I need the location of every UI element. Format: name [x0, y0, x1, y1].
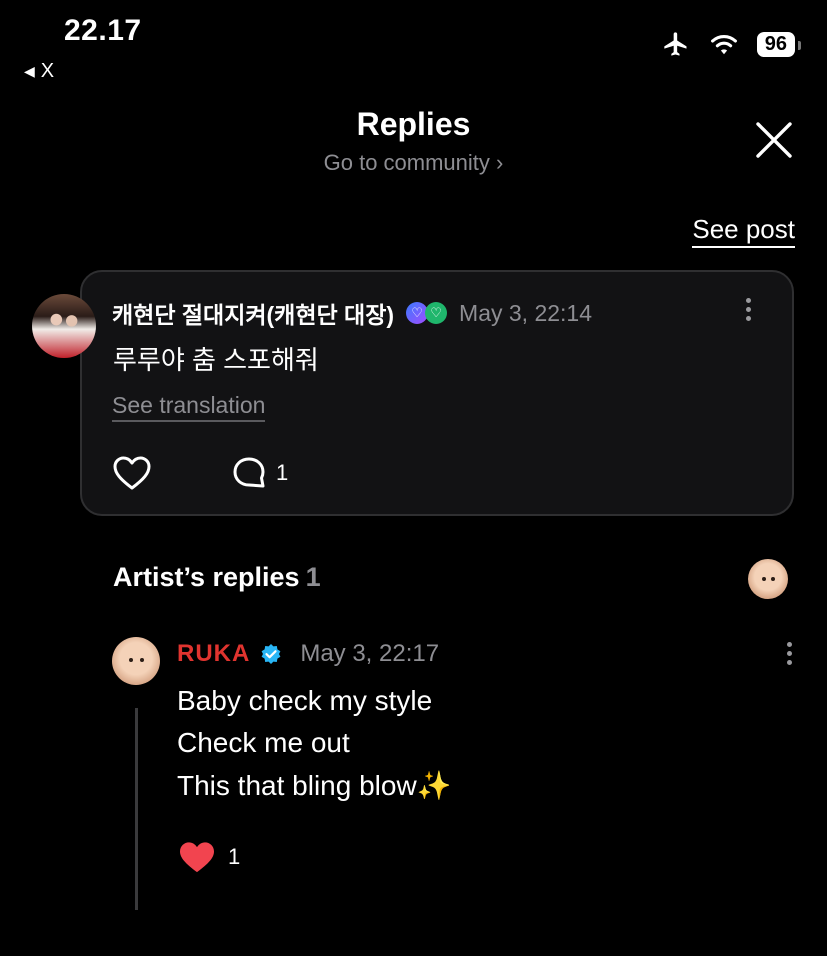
wifi-icon: [710, 34, 737, 55]
reply-like-count: 1: [228, 844, 241, 869]
more-options-icon[interactable]: [740, 298, 756, 326]
reply-header: RUKA May 3, 22:17: [177, 640, 439, 668]
status-icons: 96: [661, 30, 802, 58]
post-author-line: 캐현단 절대지켜(캐현단 대장) ♡ ♡ May 3, 22:14: [112, 296, 592, 330]
post-author-name[interactable]: 캐현단 절대지켜(캐현단 대장): [112, 296, 394, 330]
avatar[interactable]: [32, 294, 96, 358]
artist-replies-count: 1: [305, 562, 321, 592]
reply-like-button[interactable]: 1: [178, 840, 240, 874]
back-app-label: X: [40, 60, 55, 82]
community-link-label: Go to community: [323, 150, 490, 175]
heart-icon[interactable]: [112, 454, 152, 492]
reply-text-line: Check me out: [177, 727, 350, 758]
reply-date: May 3, 22:17: [300, 640, 440, 667]
avatar[interactable]: [112, 637, 160, 685]
airplane-icon: [664, 32, 687, 56]
verified-badge-icon: [261, 644, 281, 664]
see-translation-link[interactable]: See translation: [112, 392, 266, 422]
reply-text-line: Baby check my style: [177, 685, 433, 716]
status-time: 22.17: [64, 14, 142, 47]
avatar[interactable]: [748, 559, 788, 599]
close-icon[interactable]: [752, 118, 796, 162]
heart-badge-icon: ♡: [425, 302, 448, 324]
see-post-link[interactable]: See post: [692, 214, 795, 248]
reply-text-line: This that bling blow✨: [177, 770, 452, 801]
page-title: Replies: [356, 106, 471, 142]
post-text: 루루야 춤 스포해줘: [113, 345, 319, 375]
chevron-right-icon: ›: [496, 150, 504, 175]
back-to-app-link[interactable]: ◀ X: [24, 60, 54, 83]
fan-badges: ♡ ♡: [406, 302, 448, 324]
comment-button[interactable]: 1: [232, 456, 288, 490]
reply-author-name[interactable]: RUKA: [177, 640, 250, 668]
battery-indicator: 96: [756, 31, 802, 57]
comment-icon: [233, 457, 265, 488]
community-link[interactable]: Go to community ›: [0, 150, 827, 176]
thread-line: [135, 708, 138, 910]
comment-count: 1: [276, 460, 289, 485]
more-options-icon[interactable]: [781, 642, 797, 670]
artist-replies-label: Artist’s replies: [113, 562, 300, 592]
back-triangle-icon: ◀: [24, 63, 35, 79]
post-date: May 3, 22:14: [459, 299, 592, 326]
heart-filled-icon: [180, 842, 214, 873]
artist-replies-heading: Artist’s replies 1: [113, 562, 321, 593]
